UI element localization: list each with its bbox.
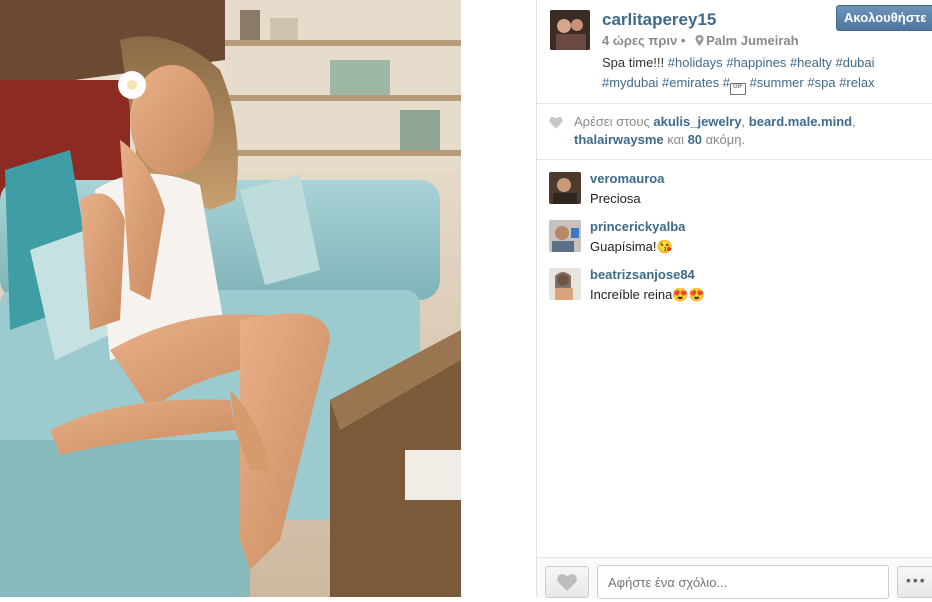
- commenter-avatar-image: [549, 172, 581, 204]
- commenter-avatar[interactable]: [549, 172, 581, 204]
- meta-separator: •: [680, 33, 686, 48]
- hashtag[interactable]: #holidays: [668, 55, 723, 70]
- caption-text: Spa time!!!: [602, 55, 668, 70]
- photo-image: [0, 0, 461, 597]
- heart-icon: [557, 574, 577, 591]
- commenter-avatar-image: [549, 268, 581, 300]
- hashtag[interactable]: #relax: [839, 75, 874, 90]
- post-time[interactable]: 4 ώρες πριν: [602, 33, 677, 48]
- divider: [537, 103, 932, 104]
- hashtag[interactable]: #: [723, 75, 730, 90]
- likes-suffix: ακόμη.: [702, 132, 746, 147]
- likes-separator: ,: [852, 114, 856, 129]
- owner-avatar-image: [550, 10, 590, 50]
- follow-button[interactable]: Ακολουθήστε: [836, 5, 932, 31]
- hashtag[interactable]: #emirates: [662, 75, 719, 90]
- comment-footer: •••: [537, 557, 932, 599]
- likes-count[interactable]: 80: [688, 132, 702, 147]
- heart-icon: [549, 117, 563, 129]
- hashtag[interactable]: #spa: [807, 75, 835, 90]
- pin-icon: [695, 35, 704, 46]
- post-meta: 4 ώρες πριν • Palm Jumeirah: [602, 33, 799, 48]
- liker-link[interactable]: thalairwaysme: [574, 132, 664, 147]
- hashtag[interactable]: #happines: [726, 55, 786, 70]
- comment-item: veromauroa Preciosa: [549, 171, 919, 206]
- comment-text: Increíble reina😍😍: [590, 287, 705, 302]
- hashtag[interactable]: #dubai: [835, 55, 874, 70]
- comment-username[interactable]: veromauroa: [590, 171, 664, 186]
- likes-section: Αρέσει στους akulis_jewelry, beard.male.…: [549, 113, 919, 149]
- more-options-button[interactable]: •••: [897, 566, 932, 598]
- comment-username[interactable]: beatrizsanjose84: [590, 267, 695, 282]
- commenter-avatar[interactable]: [549, 220, 581, 252]
- post-location[interactable]: Palm Jumeirah: [706, 33, 799, 48]
- comment-username[interactable]: princerickyalba: [590, 219, 685, 234]
- commenter-avatar-image: [549, 220, 581, 252]
- liker-link[interactable]: beard.male.mind: [749, 114, 852, 129]
- likes-prefix: Αρέσει στους: [574, 114, 654, 129]
- gif-emoji-icon: GIF: [729, 83, 746, 95]
- like-button[interactable]: [545, 566, 589, 598]
- post-header: carlitaperey15 Ακολουθήστε 4 ώρες πριν •…: [549, 5, 932, 103]
- comment-item: beatrizsanjose84 Increíble reina😍😍: [549, 267, 919, 302]
- comment-input[interactable]: [597, 565, 889, 599]
- liker-link[interactable]: akulis_jewelry: [653, 114, 741, 129]
- post-photo[interactable]: [0, 0, 461, 597]
- hashtag[interactable]: #healty: [790, 55, 832, 70]
- post-sidebar: carlitaperey15 Ακολουθήστε 4 ώρες πριν •…: [536, 0, 932, 599]
- comment-text: Preciosa: [590, 191, 641, 206]
- comment-item: princerickyalba Guapísima!😘: [549, 219, 919, 254]
- comment-text: Guapísima!😘: [590, 239, 673, 254]
- likes-text: Αρέσει στους akulis_jewelry, beard.male.…: [574, 113, 919, 149]
- commenter-avatar[interactable]: [549, 268, 581, 300]
- hashtag[interactable]: #mydubai: [602, 75, 658, 90]
- photo-margin: [461, 0, 536, 597]
- divider: [537, 159, 932, 160]
- owner-avatar[interactable]: [550, 10, 590, 50]
- likes-and: και: [663, 132, 688, 147]
- post-caption: Spa time!!! #holidays #happines #healty …: [602, 53, 922, 95]
- hashtag[interactable]: #summer: [750, 75, 804, 90]
- owner-username[interactable]: carlitaperey15: [602, 10, 716, 30]
- likes-separator: ,: [741, 114, 749, 129]
